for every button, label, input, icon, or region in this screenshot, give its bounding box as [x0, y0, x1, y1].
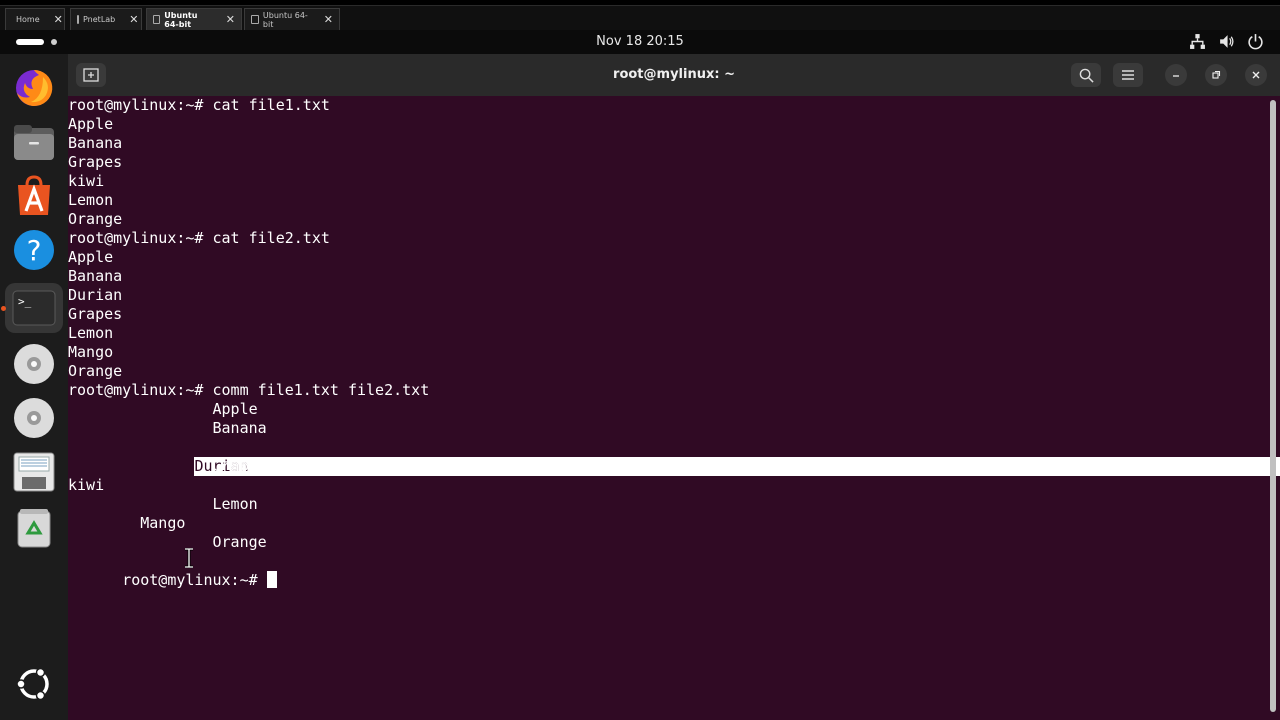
running-indicator [1, 306, 6, 311]
terminal-line-selected: Durian [68, 438, 1280, 476]
dock: ? >_ [0, 54, 68, 720]
dock-files[interactable] [10, 118, 58, 166]
window-icon [153, 15, 161, 24]
terminal-line: Mango [68, 514, 186, 532]
close-button[interactable] [1245, 64, 1267, 86]
scrollbar[interactable] [1270, 100, 1276, 712]
terminal-line: Banana [68, 419, 267, 437]
dock-trash[interactable] [10, 504, 58, 552]
restore-icon [1212, 70, 1221, 79]
tab-ubuntu-active[interactable]: Ubuntu 64-bit ✕ [146, 8, 242, 30]
firefox-icon [16, 69, 53, 106]
terminal-window: root@mylinux: ~ root@mylinux:~# cat file… [68, 54, 1280, 720]
terminal-line: kiwi [68, 476, 105, 494]
dock-disc-2[interactable] [10, 394, 58, 442]
svg-text:>_: >_ [18, 295, 32, 308]
terminal-line: root@mylinux:~# comm file1.txt file2.txt [68, 381, 430, 399]
disc-icon [14, 344, 54, 384]
ubuntu-logo-icon [16, 667, 49, 701]
text-cursor [266, 571, 277, 588]
terminal-line: Apple [68, 115, 114, 133]
terminal-line: Apple [68, 400, 258, 418]
menu-button[interactable] [1113, 63, 1143, 87]
vm-tab-strip: Home ✕ PnetLab ✕ Ubuntu 64-bit ✕ Ubuntu … [0, 0, 1280, 30]
minimize-button[interactable] [1165, 64, 1187, 86]
files-icon [14, 125, 54, 160]
power-icon [1248, 34, 1263, 50]
terminal-line: Apple [68, 248, 114, 266]
close-icon[interactable]: ✕ [226, 13, 235, 26]
terminal-line: Durian [68, 286, 123, 304]
terminal-line: root@mylinux:~# cat file2.txt [68, 229, 330, 247]
terminal-line: kiwi [68, 172, 105, 190]
ibeam-cursor-icon [185, 548, 193, 568]
terminal-line: Mango [68, 343, 114, 361]
svg-text:?: ? [27, 234, 42, 267]
dock-help[interactable]: ? [10, 226, 58, 274]
terminal-line: root@mylinux:~# cat file1.txt [68, 96, 330, 114]
clock[interactable]: Nov 18 20:15 [0, 34, 1280, 49]
maximize-button[interactable] [1205, 64, 1227, 86]
window-icon [77, 15, 79, 24]
terminal-line: Grapes [68, 305, 123, 323]
tab-ubuntu[interactable]: Ubuntu 64-bit ✕ [244, 8, 340, 30]
terminal-output[interactable]: root@mylinux:~# cat file1.txt Apple Bana… [68, 96, 1280, 720]
tab-home[interactable]: Home ✕ [5, 8, 65, 30]
terminal-line: Grapes [68, 457, 267, 475]
terminal-line: Lemon [68, 191, 114, 209]
tab-label: Ubuntu 64-bit [164, 10, 198, 29]
terminal-line: Orange [68, 210, 123, 228]
terminal-line: Banana [68, 134, 123, 152]
hamburger-menu-icon [1122, 70, 1134, 80]
dock-app-center[interactable] [10, 172, 58, 220]
selection-highlight: Durian [194, 457, 1280, 476]
terminal-line: Banana [68, 267, 123, 285]
close-icon[interactable]: ✕ [54, 13, 63, 26]
save-icon [13, 452, 55, 492]
trash-icon [17, 509, 51, 548]
system-tray[interactable] [1189, 33, 1264, 50]
tab-label: Home [16, 15, 40, 24]
disc-icon [14, 398, 54, 438]
terminal-icon: >_ [12, 290, 56, 326]
tab-pnetlab[interactable]: PnetLab ✕ [70, 8, 142, 30]
dock-save[interactable] [10, 448, 58, 496]
window-icon [251, 15, 259, 24]
terminal-line: Lemon [68, 324, 114, 342]
terminal-line: Orange [68, 533, 267, 551]
terminal-line: Lemon [68, 495, 258, 513]
tab-label: Ubuntu 64-bit [262, 10, 308, 29]
terminal-line: Orange [68, 362, 123, 380]
app-center-icon [18, 175, 50, 215]
dock-terminal[interactable]: >_ [5, 283, 63, 333]
tab-label: PnetLab [83, 15, 116, 24]
close-icon[interactable]: ✕ [324, 13, 333, 26]
terminal-line: Grapes [68, 153, 123, 171]
dock-disc-1[interactable] [10, 340, 58, 388]
close-icon [1252, 71, 1260, 79]
volume-icon [1220, 35, 1234, 48]
top-bar: Nov 18 20:15 [0, 30, 1280, 54]
close-icon[interactable]: ✕ [129, 13, 138, 26]
prompt-line[interactable]: root@mylinux:~# [68, 552, 277, 589]
help-icon: ? [14, 230, 54, 270]
network-icon [1190, 34, 1205, 49]
search-icon [1079, 68, 1094, 83]
minimize-icon [1173, 75, 1179, 77]
prompt: root@mylinux:~# [122, 571, 267, 589]
search-button[interactable] [1071, 63, 1101, 87]
terminal-headerbar: root@mylinux: ~ [68, 54, 1280, 96]
dock-firefox[interactable] [10, 64, 58, 112]
dock-show-apps[interactable] [10, 660, 58, 708]
